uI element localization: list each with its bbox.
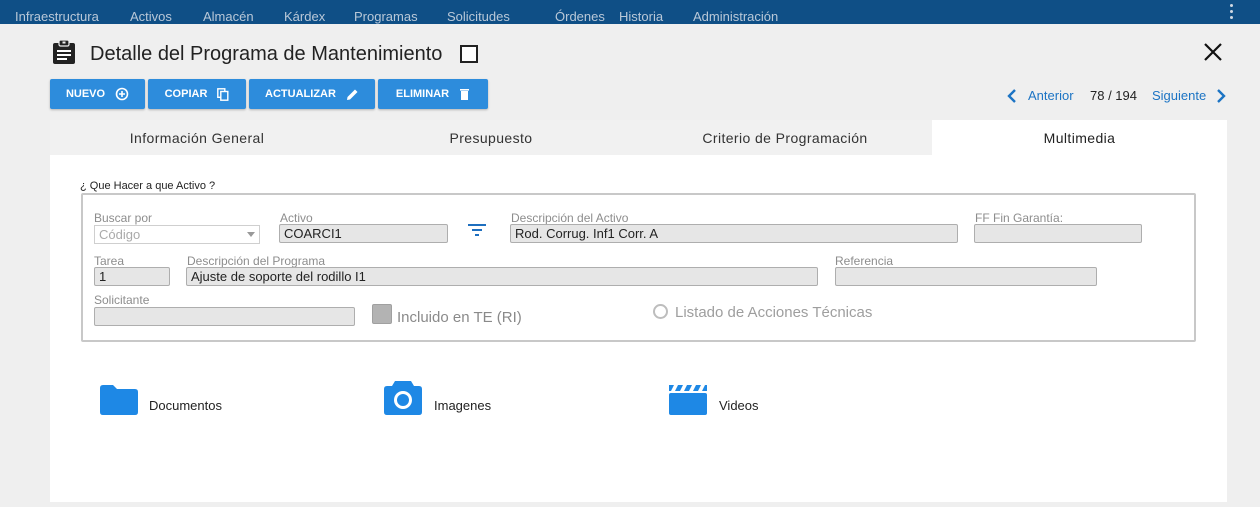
ff-fin-garantia-field[interactable] [974,224,1142,243]
solicitante-field[interactable] [94,307,355,326]
page-title: Detalle del Programa de Mantenimiento [90,43,443,65]
close-icon[interactable] [1201,40,1225,64]
nav-item-administracion[interactable]: Administración [693,10,778,24]
ff-fin-garantia-label: FF Fin Garantía: [975,211,1064,225]
documentos-label[interactable]: Documentos [149,398,222,413]
nav-item-infraestructura[interactable]: Infraestructura [15,10,99,24]
buscar-por-label: Buscar por [94,211,153,225]
listado-acciones-radio[interactable] [653,304,668,319]
trash-icon [460,89,470,100]
siguiente-link[interactable]: Siguiente [1152,89,1206,103]
actualizar-button[interactable]: ACTUALIZAR [249,79,375,109]
eliminar-button[interactable]: ELIMINAR [378,79,488,109]
imagenes-label[interactable]: Imagenes [434,398,491,413]
tarea-label: Tarea [94,254,125,268]
tab-informacion-general[interactable]: Información General [50,120,344,155]
tab-presupuesto[interactable]: Presupuesto [344,120,638,155]
tab-bar: Información General Presupuesto Criterio… [50,120,1227,155]
filter-icon[interactable] [468,223,486,237]
descripcion-programa-label: Descripción del Programa [187,254,326,268]
tab-multimedia[interactable]: Multimedia [932,120,1227,155]
descripcion-activo-field[interactable]: Rod. Corrug. Inf1 Corr. A [510,224,958,243]
descripcion-programa-field[interactable]: Ajuste de soporte del rodillo I1 [186,267,818,286]
referencia-field[interactable] [835,267,1097,286]
nav-item-almacen[interactable]: Almacén [203,10,254,24]
section-label: ¿ Que Hacer a que Activo ? [80,180,216,192]
copiar-label: COPIAR [164,88,208,100]
copiar-button[interactable]: COPIAR [148,79,246,109]
incluido-te-checkbox[interactable] [372,304,392,324]
buscar-por-select[interactable]: Código [94,225,260,244]
chevron-left-icon[interactable] [1007,89,1017,103]
more-options-icon[interactable] [1230,4,1234,22]
activo-field[interactable]: COARCI1 [279,224,448,243]
title-checkbox[interactable] [460,45,478,63]
add-circle-icon [115,87,129,101]
anterior-link[interactable]: Anterior [1028,89,1074,103]
descripcion-activo-label: Descripción del Activo [511,211,629,225]
clipboard-icon [53,39,75,64]
solicitante-label: Solicitante [94,293,150,307]
nav-item-kardex[interactable]: Kárdex [284,10,325,24]
referencia-label: Referencia [835,254,894,268]
listado-acciones-label: Listado de Acciones Técnicas [675,304,873,321]
videos-label[interactable]: Videos [719,398,759,413]
pencil-icon [346,89,358,100]
camera-icon[interactable] [384,381,422,415]
top-nav: Infraestructura Activos Almacén Kárdex P… [0,0,1260,24]
copy-icon [217,87,229,101]
chevron-right-icon[interactable] [1216,89,1226,103]
nav-item-historia[interactable]: Historia [619,10,663,24]
tab-criterio-programacion[interactable]: Criterio de Programación [638,120,932,155]
incluido-te-label: Incluido en TE (RI) [397,309,522,326]
nuevo-button[interactable]: NUEVO [50,79,145,109]
nav-item-solicitudes[interactable]: Solicitudes [447,10,510,24]
nav-item-ordenes[interactable]: Órdenes [555,10,605,24]
nav-item-activos[interactable]: Activos [130,10,172,24]
activo-label: Activo [280,211,313,225]
folder-icon[interactable] [100,385,138,415]
nav-item-programas[interactable]: Programas [354,10,418,24]
tarea-field[interactable]: 1 [94,267,170,286]
buscar-por-placeholder: Código [99,227,141,242]
actualizar-label: ACTUALIZAR [265,88,336,100]
pager-count: 78 / 194 [1090,88,1137,103]
nuevo-label: NUEVO [65,88,106,100]
video-clapper-icon[interactable] [669,385,707,415]
dropdown-caret-icon [247,232,255,237]
eliminar-label: ELIMINAR [395,88,450,100]
